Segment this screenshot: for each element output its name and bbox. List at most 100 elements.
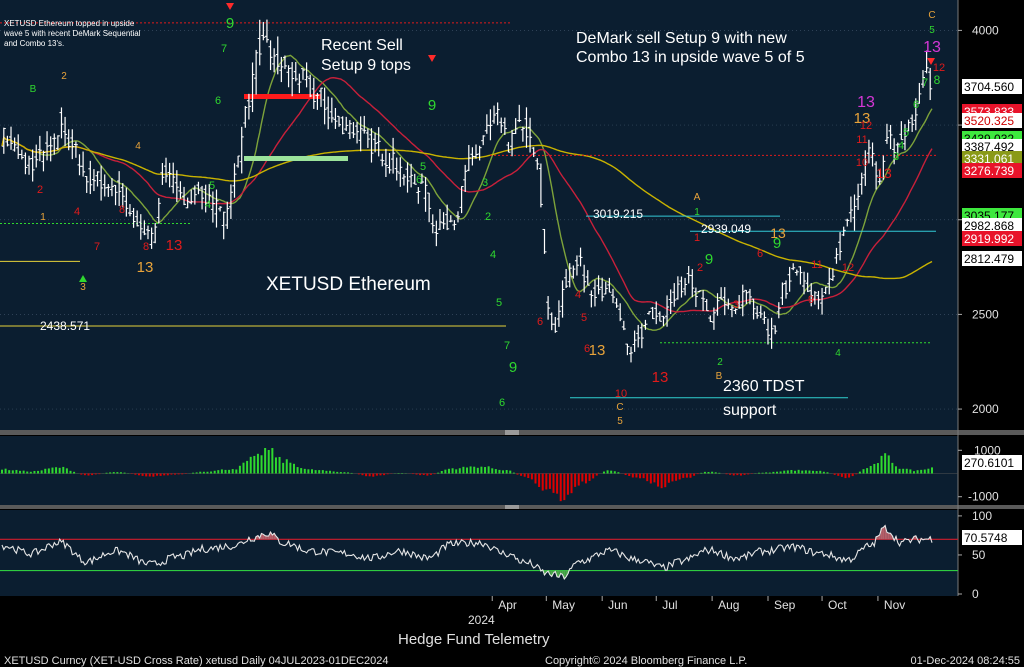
demark-count: 3 [733,299,739,311]
demark-count: 13 [857,94,875,111]
right-value-label-text: 3520.325 [964,114,1014,128]
price-ytick-label: 2500 [972,307,999,321]
demark-count: 4 [835,348,841,359]
right-value-label-text: 2982.868 [964,219,1014,233]
x-tick-label: Jun [608,598,627,612]
demark-count: 12 [842,262,854,274]
demark-count: 6 [913,99,919,111]
demark-count: 10 [615,388,627,400]
demark-count: 9 [808,294,814,306]
x-tick-label: Nov [884,598,905,612]
demark-count: 13 [137,259,154,276]
demark-count: 4 [490,249,496,261]
buy-setup-bar [244,156,348,161]
demark-count: 1 [694,232,700,244]
demark-count: 2 [37,184,43,196]
demark-count: 12 [860,120,872,132]
right-value-labels: 3704.5603573.8333520.3253439.0323387.492… [962,79,1022,266]
bloomberg-chart: 2000250040009999913131313131313131376567… [0,0,1024,667]
demark-count: 9 [705,251,713,268]
demark-count: 8 [119,204,125,216]
price-ytick-label: 2000 [972,402,999,416]
demark-count: 4 [74,206,80,218]
rsi-panel-bg [0,510,958,596]
demark-count: 5 [617,416,623,427]
demark-count: 4 [205,199,211,211]
footer-left: XETUSD Curncy (XET-USD Cross Rate) xetus… [4,655,389,667]
right-value-label: 2812.479 [962,251,1022,266]
rsi-ytick-label: 0 [972,587,979,601]
demark-count: 5 [903,127,909,139]
x-tick-label: Aug [718,598,739,612]
panel-grip [505,430,519,435]
right-value-label: 3520.325 [962,113,1022,128]
demark-count: 3 [482,177,488,189]
momentum-panel-bg [0,436,958,505]
annotation-tdst-support: support [723,402,777,419]
demark-count: 2 [697,262,703,274]
demark-count: 6 [537,316,543,328]
demark-count: 13 [589,342,606,359]
demark-count: 3 [80,282,86,293]
demark-count: 7 [94,241,100,253]
annotation-tdst-support: 2360 TDST [723,378,805,395]
demark-count: 3 [893,151,899,163]
demark-count: 4 [575,289,581,301]
annotation-demark-sell: DeMark sell Setup 9 with new [576,30,787,47]
demark-count: 11 [811,259,822,271]
demark-count: C [928,10,935,21]
note-top-left: and Combo 13's. [4,39,64,48]
sell-setup-bar [244,94,321,99]
level-label: 2438.571 [40,319,90,333]
demark-count: 2 [485,211,491,223]
panel-grip [505,505,519,509]
x-tick-label: Sep [774,598,796,612]
annotation-recent-sell: Setup 9 tops [321,57,411,74]
demark-count: 9 [428,97,436,114]
note-top-left: wave 5 with recent DeMark Sequential [3,29,141,38]
demark-count: 5 [581,312,587,324]
level-label: 2939.049 [701,222,751,236]
demark-count: 7 [922,77,928,89]
annotation-recent-sell: Recent Sell [321,37,403,54]
demark-count: 7 [221,43,227,55]
right-value-label-text: 2812.479 [964,252,1014,266]
demark-count: 5 [929,25,935,36]
footer-right: 01-Dec-2024 08:24:55 [911,655,1020,667]
demark-count: 8 [143,241,149,253]
x-tick-label: May [552,598,575,612]
rsi-value-label: 70.5748 [964,531,1008,545]
demark-count: 7 [504,340,510,352]
demark-count: 5 [496,297,502,309]
right-value-label: 3276.739 [962,163,1022,178]
rsi-ytick-label: 100 [972,509,992,523]
demark-count: 10 [856,157,868,169]
demark-count: 6 [499,397,505,409]
demark-count: 5 [209,180,215,192]
demark-count: 9 [226,15,234,32]
demark-count: 13 [652,369,669,386]
right-value-label: 3704.560 [962,79,1022,94]
demark-count: B [30,84,37,95]
right-value-label: 2919.992 [962,231,1022,246]
demark-count: 8 [934,73,941,87]
right-value-label-text: 2919.992 [964,232,1014,246]
note-top-left: XETUSD Ethereum topped in upside [4,19,135,28]
x-tick-label: Oct [828,598,847,612]
right-value-label-text: 3704.560 [964,80,1014,94]
right-value-label-text: 3276.739 [964,164,1014,178]
x-tick-label: Jul [662,598,677,612]
demark-count: 4 [135,141,141,152]
demark-count: 6 [215,95,221,107]
demark-count: 6 [584,343,590,355]
annotation-demark-sell: Combo 13 in upside wave 5 of 5 [576,49,805,66]
price-ytick-label: 4000 [972,23,999,37]
rsi-ytick-label: 50 [972,548,986,562]
demark-count: 6 [757,248,763,260]
x-year-label: 2024 [468,613,495,627]
demark-count: 13 [876,165,892,181]
price-panel-bg [0,0,958,430]
demark-count: 13 [923,39,941,56]
demark-count: 1 [694,207,700,218]
momentum-ytick-label: -1000 [968,490,999,504]
